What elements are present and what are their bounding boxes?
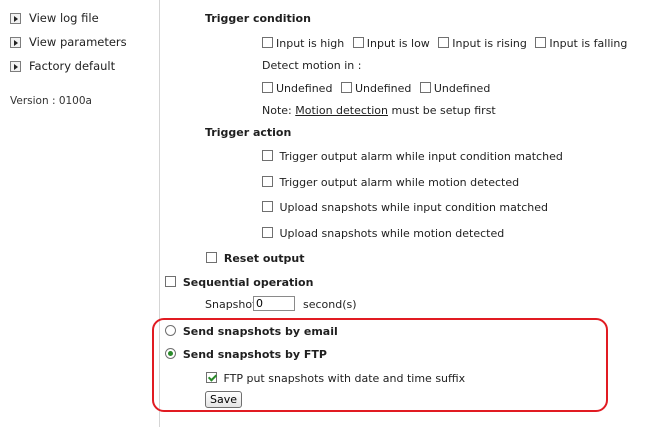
motion-window-2-option[interactable]: Undefined [340, 82, 411, 95]
checkbox[interactable] [165, 276, 176, 287]
input-low-option[interactable]: Input is low [352, 37, 430, 50]
version-label: Version : 0100a [10, 95, 92, 107]
checkbox[interactable] [262, 37, 273, 48]
checkbox[interactable] [419, 82, 431, 93]
checkbox[interactable] [262, 150, 273, 161]
snapshot-interval-input[interactable] [253, 296, 295, 311]
checkbox[interactable] [352, 37, 364, 48]
arrow-right-icon [10, 60, 21, 72]
action-upload-input-option[interactable]: Upload snapshots while input condition m… [262, 201, 548, 214]
checkbox[interactable] [438, 37, 450, 48]
sidebar-item-label: View parameters [29, 35, 127, 49]
checkbox[interactable] [535, 37, 547, 48]
input-rising-option[interactable]: Input is rising [438, 37, 527, 50]
sidebar-item-view-parameters[interactable]: View parameters [10, 35, 127, 49]
detect-motion-label: Detect motion in : [262, 59, 362, 72]
checkbox[interactable] [262, 227, 273, 238]
motion-window-1-option[interactable]: Undefined [262, 82, 332, 95]
trigger-condition-heading: Trigger condition [205, 12, 311, 25]
checkbox[interactable] [262, 176, 273, 187]
checkbox[interactable] [262, 201, 273, 212]
seconds-unit-label: second(s) [303, 298, 357, 311]
action-alarm-input-option[interactable]: Trigger output alarm while input conditi… [262, 150, 563, 163]
sequential-operation-option[interactable]: Sequential operation [165, 276, 313, 289]
motion-window-row: Undefined Undefined Undefined [262, 82, 490, 95]
sidebar-item-factory-default[interactable]: Factory default [10, 59, 115, 73]
checkbox[interactable] [262, 82, 273, 93]
sidebar-item-view-log-file[interactable]: View log file [10, 11, 99, 25]
highlight-outline [152, 318, 608, 412]
checkbox[interactable] [206, 252, 217, 263]
motion-window-3-option[interactable]: Undefined [419, 82, 490, 95]
arrow-right-icon [10, 36, 21, 48]
action-upload-motion-option[interactable]: Upload snapshots while motion detected [262, 227, 504, 240]
input-condition-row: Input is high Input is low Input is risi… [262, 37, 627, 50]
trigger-action-heading: Trigger action [205, 126, 292, 139]
checkbox[interactable] [340, 82, 352, 93]
input-high-option[interactable]: Input is high [262, 37, 344, 50]
input-falling-option[interactable]: Input is falling [535, 37, 627, 50]
motion-note: Note: Motion detection must be setup fir… [262, 104, 496, 117]
arrow-right-icon [10, 12, 21, 24]
motion-detection-link[interactable]: Motion detection [295, 104, 388, 117]
reset-output-option[interactable]: Reset output [206, 252, 304, 265]
action-alarm-motion-option[interactable]: Trigger output alarm while motion detect… [262, 176, 519, 189]
sidebar-item-label: Factory default [29, 59, 116, 73]
sidebar-item-label: View log file [29, 11, 99, 25]
